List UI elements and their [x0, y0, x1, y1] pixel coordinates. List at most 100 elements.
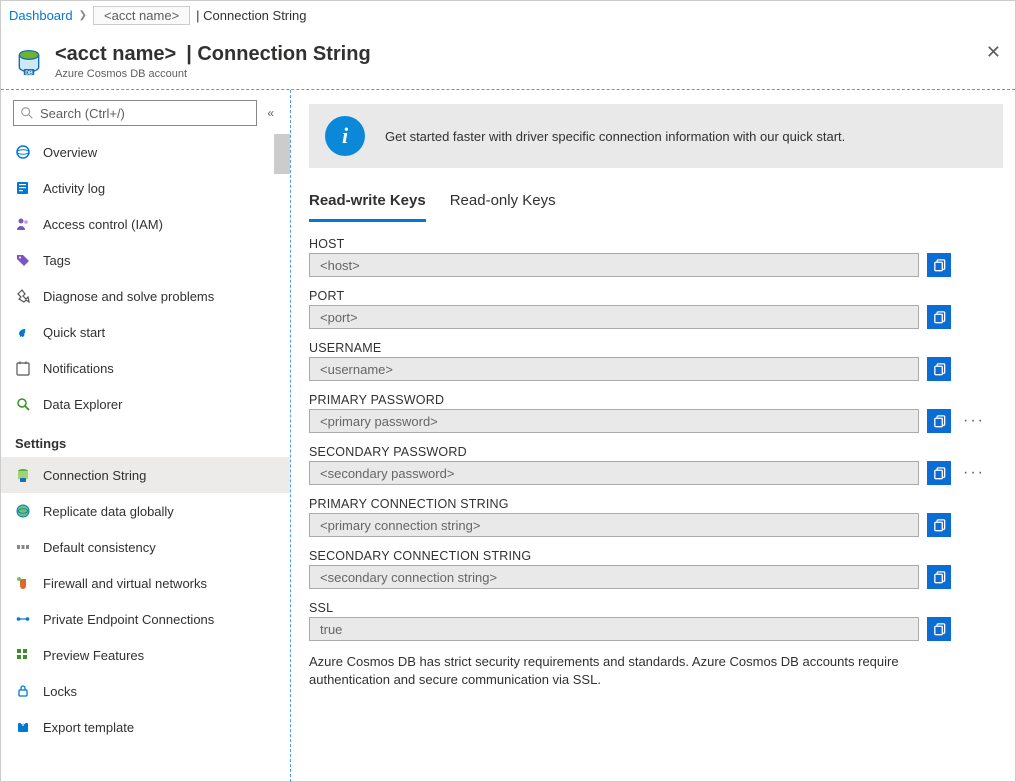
sidebar-item-label: Activity log: [43, 181, 105, 196]
copy-button[interactable]: [927, 617, 951, 641]
field-value[interactable]: <secondary connection string>: [309, 565, 919, 589]
search-icon: [20, 106, 34, 120]
field-group: PRIMARY CONNECTION STRING <primary connec…: [309, 497, 1003, 537]
field-value[interactable]: <primary connection string>: [309, 513, 919, 537]
sidebar-item-overview[interactable]: Overview: [1, 134, 290, 170]
private-endpoint-icon: [15, 611, 31, 627]
field-label: SECONDARY PASSWORD: [309, 445, 1003, 459]
sidebar-item-tags[interactable]: Tags: [1, 242, 290, 278]
sidebar-item-label: Replicate data globally: [43, 504, 174, 519]
sidebar-item-label: Access control (IAM): [43, 217, 163, 232]
tab-read-only-keys[interactable]: Read-only Keys: [450, 186, 556, 222]
sidebar-item-firewall[interactable]: Firewall and virtual networks: [1, 565, 290, 601]
settings-section-header: Settings: [1, 422, 290, 457]
security-note: Azure Cosmos DB has strict security requ…: [309, 653, 969, 688]
consistency-icon: [15, 539, 31, 555]
sidebar-item-notifications[interactable]: Notifications: [1, 350, 290, 386]
sidebar-item-replicate[interactable]: Replicate data globally: [1, 493, 290, 529]
sidebar-item-export-template[interactable]: Export template: [1, 709, 290, 745]
resource-header: DB <acct name> | Connection String Azure…: [1, 29, 1015, 89]
locks-icon: [15, 683, 31, 699]
field-value[interactable]: <port>: [309, 305, 919, 329]
field-label: USERNAME: [309, 341, 1003, 355]
field-label: SSL: [309, 601, 1003, 615]
field-group: SECONDARY CONNECTION STRING <secondary co…: [309, 549, 1003, 589]
field-value[interactable]: <username>: [309, 357, 919, 381]
notifications-icon: [15, 360, 31, 376]
scrollbar[interactable]: [274, 134, 290, 174]
nav-list: Overview Activity log Access control (IA…: [1, 134, 290, 422]
field-value[interactable]: <host>: [309, 253, 919, 277]
quick-start-icon: [15, 324, 31, 340]
more-button[interactable]: ···: [959, 464, 989, 482]
sidebar-item-access-control[interactable]: Access control (IAM): [1, 206, 290, 242]
breadcrumb-dashboard[interactable]: Dashboard: [9, 8, 73, 23]
tags-icon: [15, 252, 31, 268]
preview-features-icon: [15, 647, 31, 663]
sidebar-item-label: Locks: [43, 684, 77, 699]
field-label: PRIMARY CONNECTION STRING: [309, 497, 1003, 511]
sidebar-item-label: Export template: [43, 720, 134, 735]
activity-log-icon: [15, 180, 31, 196]
collapse-sidebar-button[interactable]: «: [263, 104, 278, 122]
search-placeholder: Search (Ctrl+/): [40, 106, 125, 121]
sidebar: Search (Ctrl+/) « Overview Activity log …: [1, 90, 291, 782]
sidebar-item-label: Connection String: [43, 468, 146, 483]
info-banner: i Get started faster with driver specifi…: [309, 104, 1003, 168]
sidebar-item-diagnose[interactable]: Diagnose and solve problems: [1, 278, 290, 314]
cosmos-db-icon: DB: [15, 48, 43, 76]
field-group: PRIMARY PASSWORD<primary password>···: [309, 393, 1003, 433]
copy-button[interactable]: [927, 461, 951, 485]
search-input[interactable]: Search (Ctrl+/): [13, 100, 257, 126]
sidebar-item-locks[interactable]: Locks: [1, 673, 290, 709]
info-icon: i: [325, 116, 365, 156]
copy-button[interactable]: [927, 513, 951, 537]
field-label: PORT: [309, 289, 1003, 303]
sidebar-item-label: Diagnose and solve problems: [43, 289, 214, 304]
sidebar-item-private-endpoint[interactable]: Private Endpoint Connections: [1, 601, 290, 637]
content: i Get started faster with driver specifi…: [291, 90, 1015, 782]
sidebar-item-preview-features[interactable]: Preview Features: [1, 637, 290, 673]
sidebar-item-label: Data Explorer: [43, 397, 122, 412]
copy-button[interactable]: [927, 357, 951, 381]
sidebar-item-consistency[interactable]: Default consistency: [1, 529, 290, 565]
sidebar-item-label: Quick start: [43, 325, 105, 340]
connection-string-icon: [15, 467, 31, 483]
close-icon[interactable]: ✕: [986, 43, 1001, 61]
field-label: HOST: [309, 237, 1003, 251]
field-group: SECONDARY PASSWORD <secondary password> ··…: [309, 445, 1003, 485]
resource-type-label: Azure Cosmos DB account: [55, 68, 371, 80]
sidebar-item-data-explorer[interactable]: Data Explorer: [1, 386, 290, 422]
copy-button[interactable]: [927, 253, 951, 277]
sidebar-item-activity-log[interactable]: Activity log: [1, 170, 290, 206]
sidebar-item-label: Firewall and virtual networks: [43, 576, 207, 591]
copy-button[interactable]: [927, 409, 951, 433]
diagnose-icon: [15, 288, 31, 304]
firewall-icon: [15, 575, 31, 591]
field-value[interactable]: true: [309, 617, 919, 641]
sidebar-item-quick-start[interactable]: Quick start: [1, 314, 290, 350]
sidebar-item-connection-string[interactable]: Connection String: [1, 457, 290, 493]
banner-text: Get started faster with driver specific …: [385, 129, 845, 144]
more-button[interactable]: ···: [959, 412, 989, 430]
sidebar-item-label: Notifications: [43, 361, 114, 376]
sidebar-item-label: Default consistency: [43, 540, 156, 555]
svg-text:DB: DB: [25, 70, 33, 76]
tab-read-write-keys[interactable]: Read-write Keys: [309, 186, 426, 222]
field-value[interactable]: <secondary password>: [309, 461, 919, 485]
copy-button[interactable]: [927, 565, 951, 589]
sidebar-item-label: Private Endpoint Connections: [43, 612, 214, 627]
replicate-icon: [15, 503, 31, 519]
breadcrumb-account[interactable]: <acct name>: [93, 6, 190, 25]
key-tabs: Read-write Keys Read-only Keys: [309, 186, 1003, 223]
copy-button[interactable]: [927, 305, 951, 329]
data-explorer-icon: [15, 396, 31, 412]
export-template-icon: [15, 719, 31, 735]
resource-name: <acct name>: [55, 43, 176, 66]
chevron-right-icon: ❯: [79, 10, 87, 21]
field-group: SSL true: [309, 601, 1003, 641]
field-label: SECONDARY CONNECTION STRING: [309, 549, 1003, 563]
field-group: HOST <host>: [309, 237, 1003, 277]
overview-icon: [15, 144, 31, 160]
field-value[interactable]: <primary password>: [309, 409, 919, 433]
